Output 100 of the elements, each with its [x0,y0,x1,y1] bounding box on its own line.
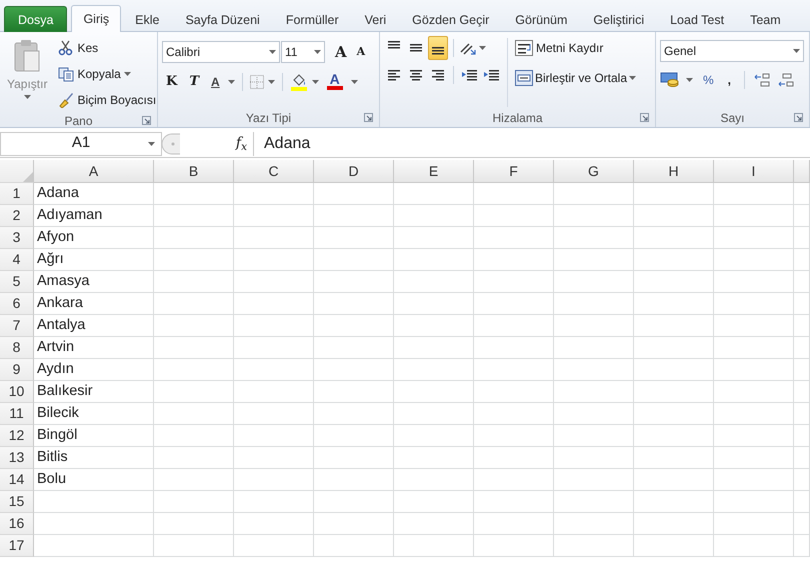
empty-cell [794,271,810,293]
table-cell: Afyon [34,227,154,249]
caret-icon [148,142,155,146]
column-header[interactable]: E [394,160,474,183]
column-header[interactable]: C [234,160,314,183]
increase-decimal-icon[interactable] [754,72,772,88]
row-header[interactable]: 9 [0,359,34,381]
file-tab[interactable]: Dosya [4,6,68,32]
row-header[interactable]: 15 [0,491,34,513]
ribbon-tab[interactable]: Sayfa Düzeni [173,6,272,32]
row-header[interactable]: 10 [0,381,34,403]
empty-cell [794,447,810,469]
font-color-button[interactable]: A [322,70,347,94]
percent-button[interactable]: % [699,68,718,92]
italic-button[interactable]: T [185,70,203,94]
caret-icon [269,50,276,54]
table-cell: Antalya [34,315,154,337]
row-header[interactable]: 3 [0,227,34,249]
font-size-dropdown[interactable]: 11 [281,41,325,63]
ribbon-tab[interactable]: Formüller [274,6,351,32]
ribbon-tab[interactable]: Veri [352,6,398,32]
ribbon-tab[interactable]: Görünüm [503,6,580,32]
underline-button[interactable]: A [207,70,224,94]
fill-color-icon[interactable] [290,73,308,91]
row-header[interactable]: 16 [0,513,34,535]
ribbon-tab[interactable]: Gözden Geçir [400,6,502,32]
caret-icon [479,46,486,50]
wrap-text-button[interactable]: Metni Kaydır [514,36,640,60]
column-header[interactable]: H [634,160,714,183]
merge-cells-icon [515,70,533,86]
splitter-handle[interactable] [162,132,180,154]
row-header[interactable]: 1 [0,183,34,205]
clipboard-button[interactable]: Kes [54,36,160,60]
table-cell: Bingöl [34,425,154,447]
row-header[interactable]: 6 [0,293,34,315]
scissors-icon [58,40,74,56]
left-align-icon[interactable] [387,67,401,83]
row-header[interactable]: 11 [0,403,34,425]
number-format-dropdown[interactable]: Genel [660,40,804,62]
ribbon-tab[interactable]: Team [738,6,793,32]
empty-cell [794,403,810,425]
table-cell: Bilecik [34,403,154,425]
ribbon-tab[interactable]: Load Test [658,6,736,32]
row-header[interactable]: 13 [0,447,34,469]
vertical-align-button[interactable] [428,36,448,60]
comma-button[interactable]: , [724,68,736,92]
table-cell: Balıkesir [34,381,154,403]
row-header[interactable]: 7 [0,315,34,337]
empty-cell [794,381,810,403]
column-header[interactable]: F [474,160,554,183]
font-name-dropdown[interactable]: Calibri [162,41,280,63]
currency-icon[interactable] [660,72,680,88]
bold-button[interactable]: K [162,70,182,94]
empty-cell [794,491,810,513]
merge-center-button[interactable]: Birleştir ve Ortala [514,66,640,90]
caret-icon [629,76,636,80]
empty-cell [794,359,810,381]
name-box[interactable]: A1 [0,132,162,156]
empty-cell [794,513,810,535]
empty-cell [794,337,810,359]
right-align-icon[interactable] [431,67,445,83]
decrease-decimal-icon[interactable] [778,72,796,88]
column-header[interactable]: B [154,160,234,183]
dialog-launcher-icon[interactable] [364,113,373,122]
column-header[interactable]: A [34,160,154,183]
clipboard-button[interactable]: Biçim Boyacısı [54,88,160,112]
column-header[interactable]: D [314,160,394,183]
ribbon-tab[interactable]: Ekle [123,6,172,32]
increase-indent-icon[interactable] [483,67,499,83]
group-label: Yazı Tipi [246,110,292,127]
bottom-align-icon [432,47,444,55]
row-header[interactable]: 12 [0,425,34,447]
column-header[interactable]: G [554,160,634,183]
row-header[interactable]: 8 [0,337,34,359]
row-header[interactable]: 5 [0,271,34,293]
group-label: Pano [64,113,93,130]
column-header[interactable]: I [714,160,794,183]
decrease-indent-icon[interactable] [461,67,477,83]
center-align-icon[interactable] [409,67,423,83]
dialog-launcher-icon[interactable] [640,113,649,122]
formula-value[interactable]: Adana [254,132,310,156]
shrink-font-button[interactable]: A [352,40,370,64]
caret-icon [268,80,275,84]
insert-function-button[interactable]: f$_{x}$ [236,133,247,154]
table-cell: Bolu [34,469,154,491]
dialog-launcher-icon[interactable] [794,113,803,122]
caret-icon [350,80,358,84]
dialog-launcher-icon[interactable] [142,116,151,125]
empty-cell [794,535,810,557]
row-header[interactable]: 17 [0,535,34,557]
ribbon-tab[interactable]: Giriş [71,5,122,32]
caret-icon [228,80,235,84]
row-header[interactable]: 4 [0,249,34,271]
row-header[interactable]: 14 [0,469,34,491]
row-header[interactable]: 2 [0,205,34,227]
ribbon-tab[interactable]: Geliştirici [581,6,656,32]
clipboard-button[interactable]: Kopyala [54,62,160,86]
clipboard-icon [13,39,42,73]
grow-font-button[interactable]: A [331,40,351,64]
borders-icon[interactable] [250,75,264,89]
